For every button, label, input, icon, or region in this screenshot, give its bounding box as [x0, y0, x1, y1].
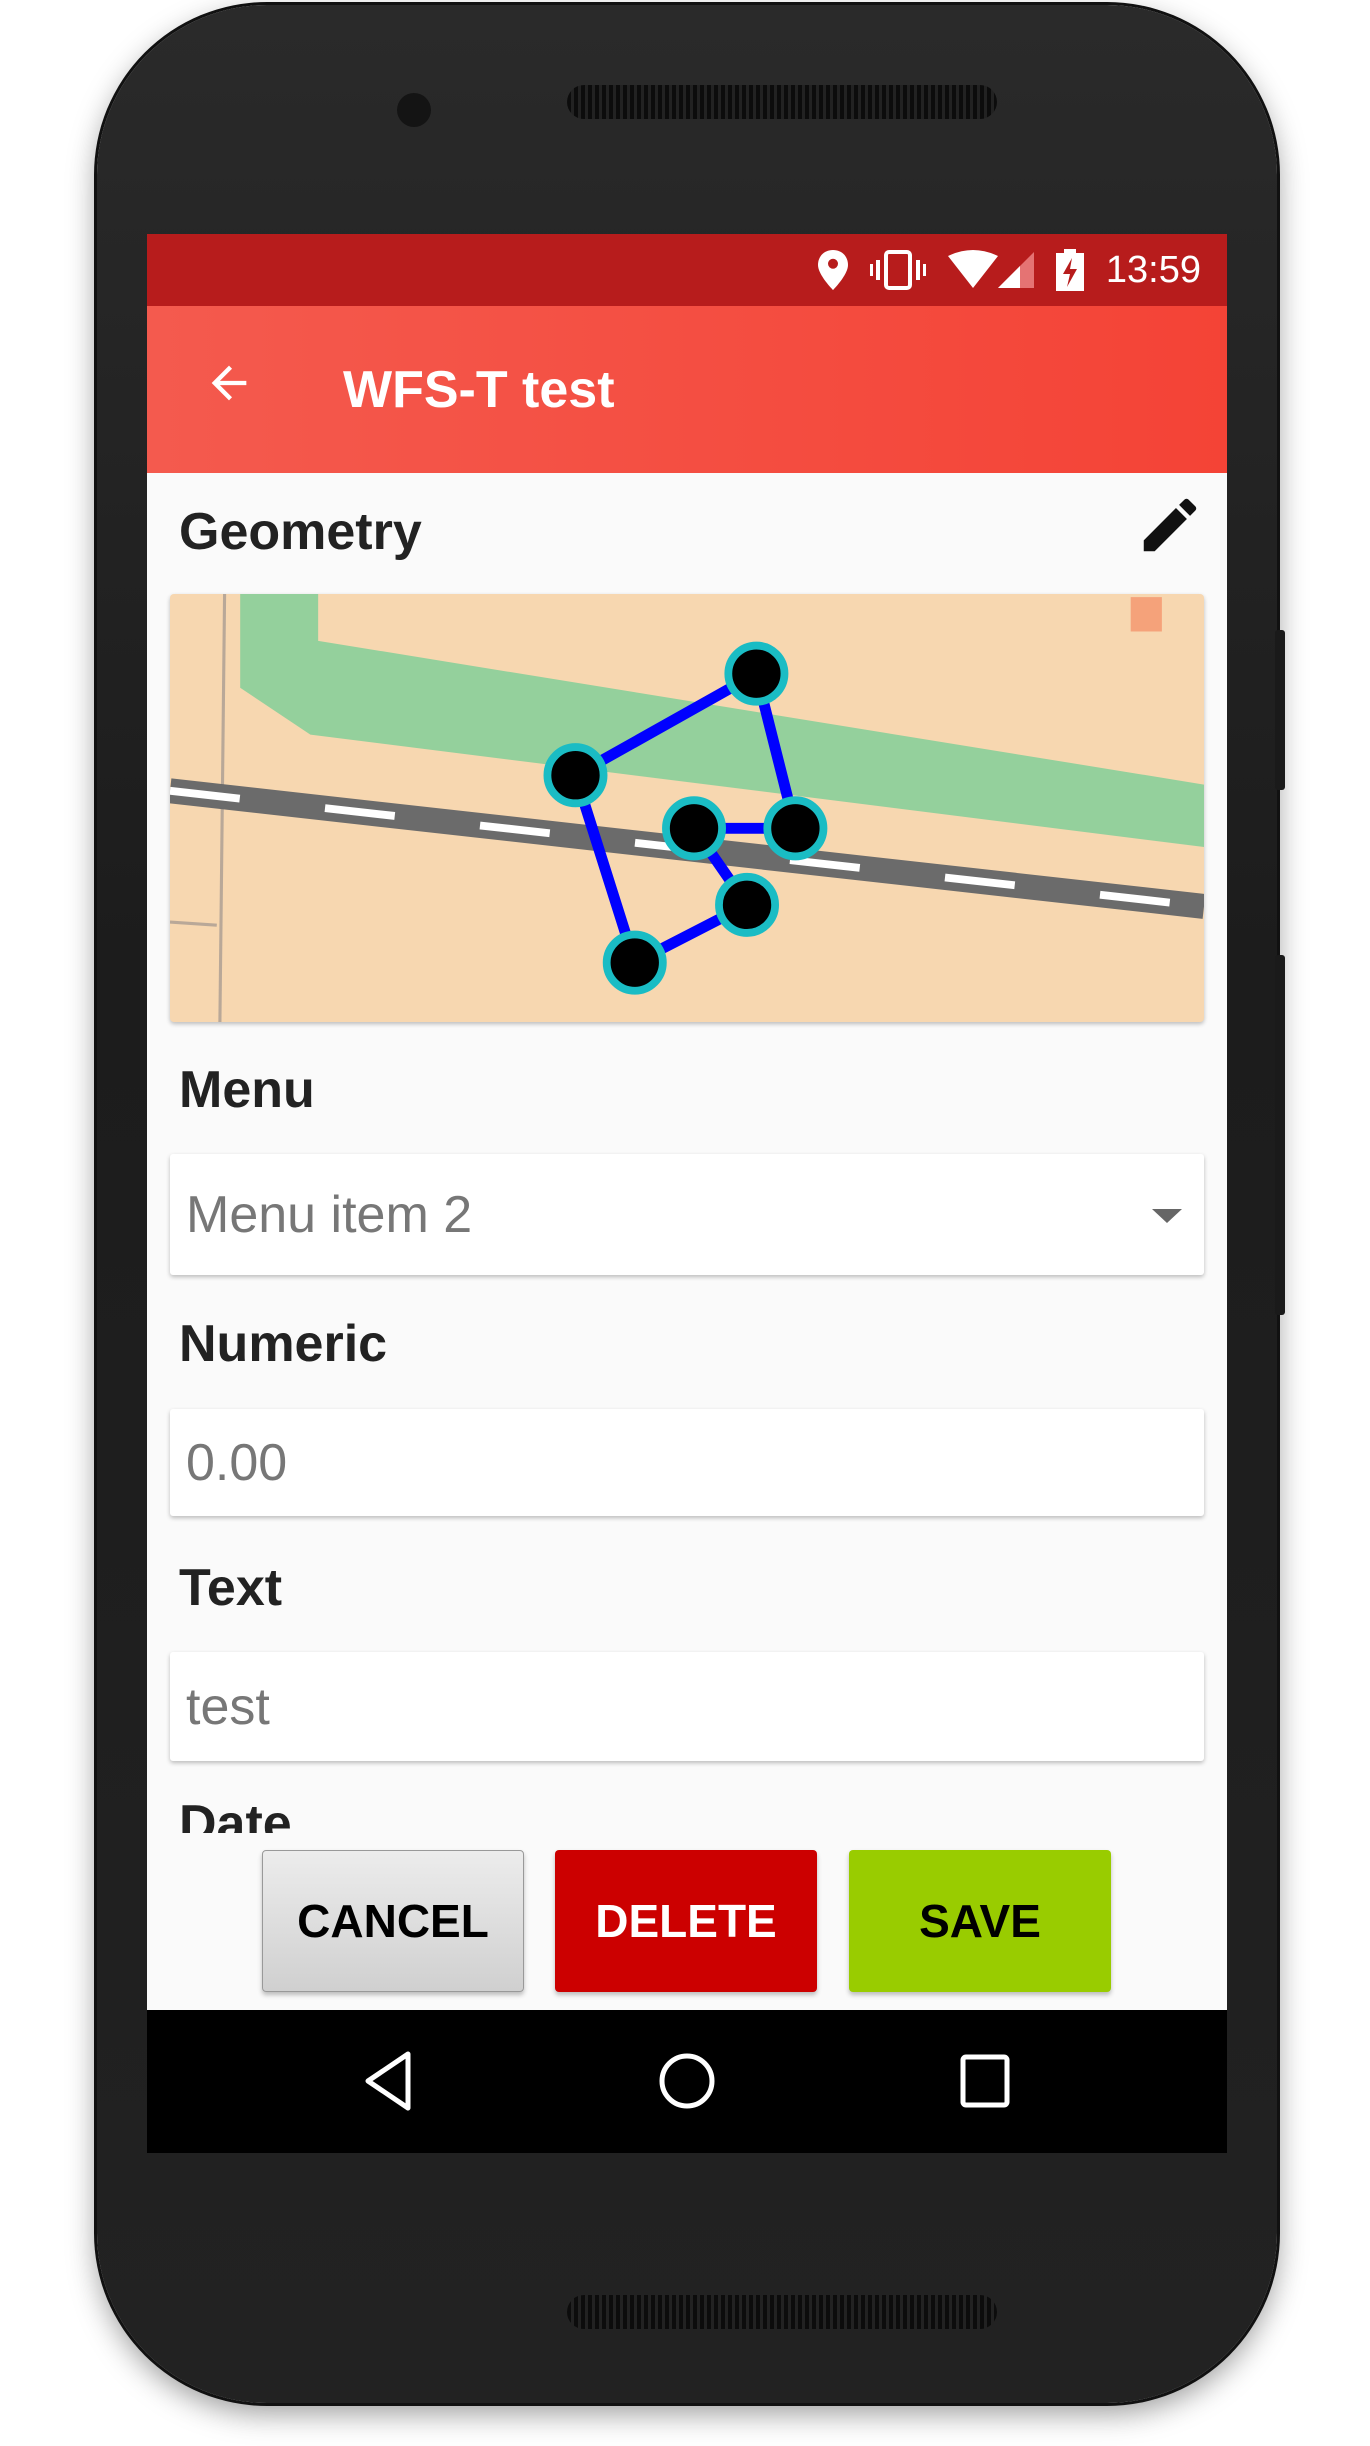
date-label: Date [179, 1795, 292, 1833]
top-speaker [567, 85, 997, 119]
text-value: test [186, 1677, 270, 1736]
page-title: WFS-T test [343, 360, 615, 419]
text-label: Text [179, 1559, 283, 1617]
navigation-bar [147, 2010, 1227, 2153]
status-bar: 13:59 [147, 234, 1227, 306]
text-input[interactable]: test [170, 1652, 1204, 1761]
delete-button[interactable]: DELETE [555, 1850, 817, 1992]
date-label-clip: Date [147, 1794, 1227, 1833]
map-canvas [170, 594, 1204, 1022]
menu-label: Menu [179, 1061, 315, 1119]
power-button [1275, 630, 1285, 790]
nav-recents-icon[interactable] [959, 2053, 1011, 2109]
screen: 13:59 WFS-T test Geometry Menu Menu item… [147, 234, 1227, 2153]
arrow-back-icon[interactable] [203, 357, 267, 422]
numeric-value: 0.00 [186, 1433, 288, 1492]
app-bar: WFS-T test [147, 306, 1227, 473]
numeric-input[interactable]: 0.00 [170, 1409, 1204, 1516]
dropdown-arrow-icon [1152, 1208, 1182, 1223]
menu-selected-value: Menu item 2 [186, 1185, 473, 1244]
geometry-label: Geometry [179, 503, 422, 561]
menu-dropdown[interactable]: Menu item 2 [170, 1154, 1204, 1275]
wifi-signal-icon [947, 250, 1034, 288]
volume-button [1275, 955, 1285, 1315]
geometry-map-preview[interactable] [170, 594, 1204, 1022]
cancel-button[interactable]: CANCEL [262, 1850, 524, 1992]
front-camera [397, 93, 431, 127]
pencil-icon[interactable] [1135, 490, 1205, 560]
numeric-label: Numeric [179, 1315, 388, 1373]
location-icon [817, 250, 848, 290]
bottom-speaker [567, 2295, 997, 2329]
save-button[interactable]: SAVE [849, 1850, 1111, 1992]
nav-home-icon[interactable] [657, 2050, 717, 2112]
battery-charging-icon [1055, 249, 1084, 291]
nav-back-icon[interactable] [362, 2050, 416, 2112]
vibrate-icon [869, 250, 926, 290]
clock: 13:59 [1105, 248, 1201, 291]
